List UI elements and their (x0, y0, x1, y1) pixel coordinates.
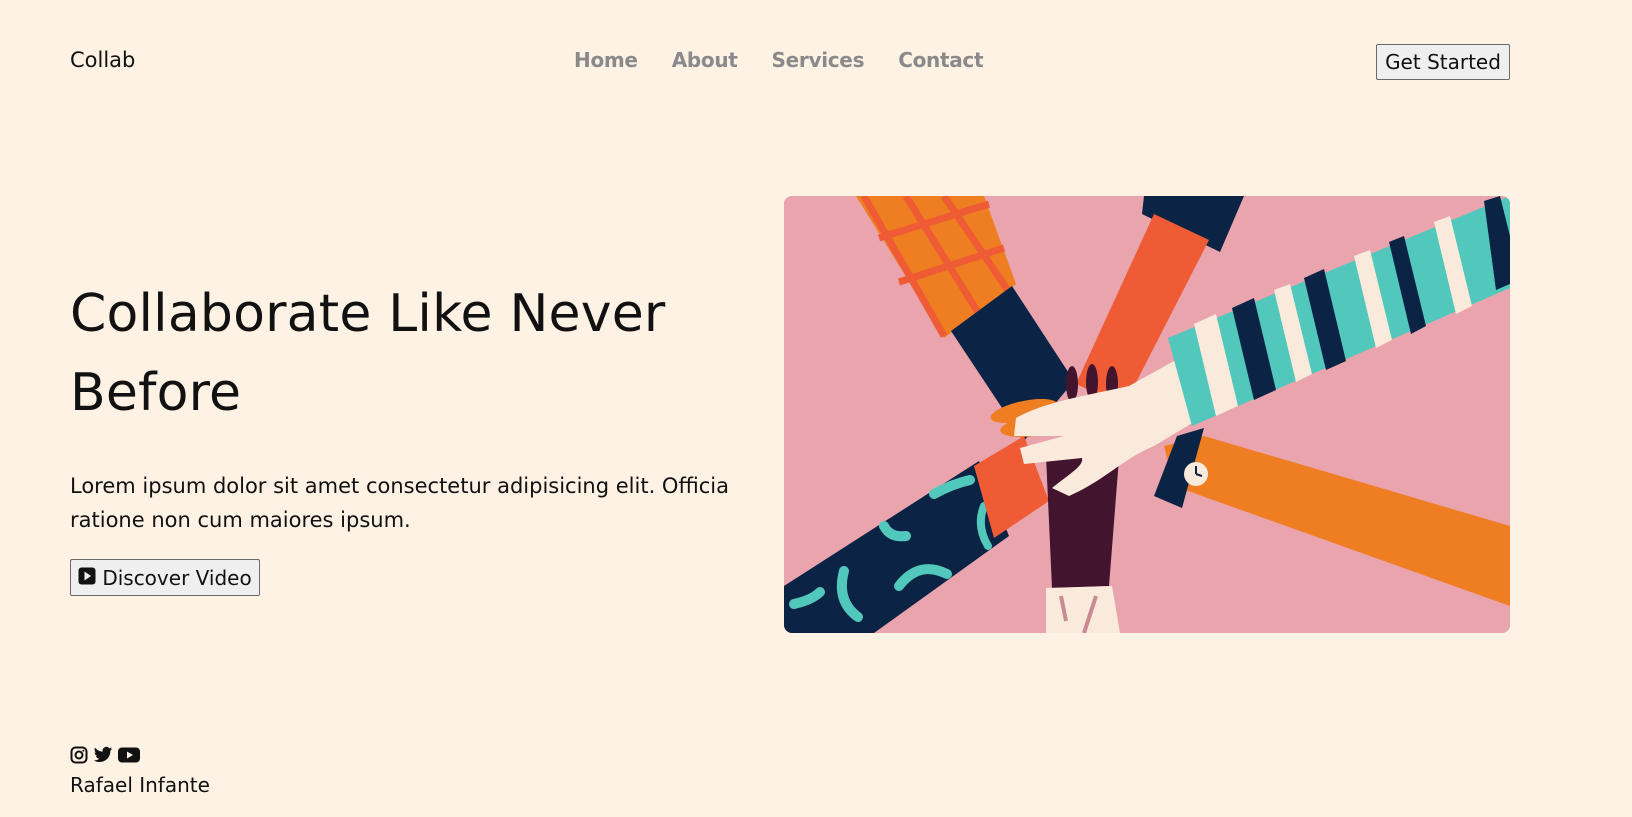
nav-home[interactable]: Home (574, 48, 638, 72)
play-square-icon (78, 566, 96, 590)
youtube-icon[interactable] (118, 747, 140, 763)
brand-logo[interactable]: Collab (70, 48, 135, 72)
social-links (70, 746, 140, 764)
nav-contact[interactable]: Contact (898, 48, 983, 72)
nav-about[interactable]: About (672, 48, 738, 72)
nav-services[interactable]: Services (772, 48, 865, 72)
instagram-icon[interactable] (70, 746, 88, 764)
hero-illustration (784, 196, 1510, 633)
discover-video-button[interactable]: Discover Video (70, 559, 260, 596)
author-name: Rafael Infante (70, 773, 210, 797)
get-started-button[interactable]: Get Started (1376, 44, 1510, 80)
twitter-icon[interactable] (93, 746, 113, 764)
hero-title: Collaborate Like Never Before (70, 284, 666, 423)
discover-video-label: Discover Video (102, 565, 252, 590)
hero-description: Lorem ipsum dolor sit amet consectetur a… (70, 474, 729, 532)
main-nav: Home About Services Contact (574, 48, 984, 72)
